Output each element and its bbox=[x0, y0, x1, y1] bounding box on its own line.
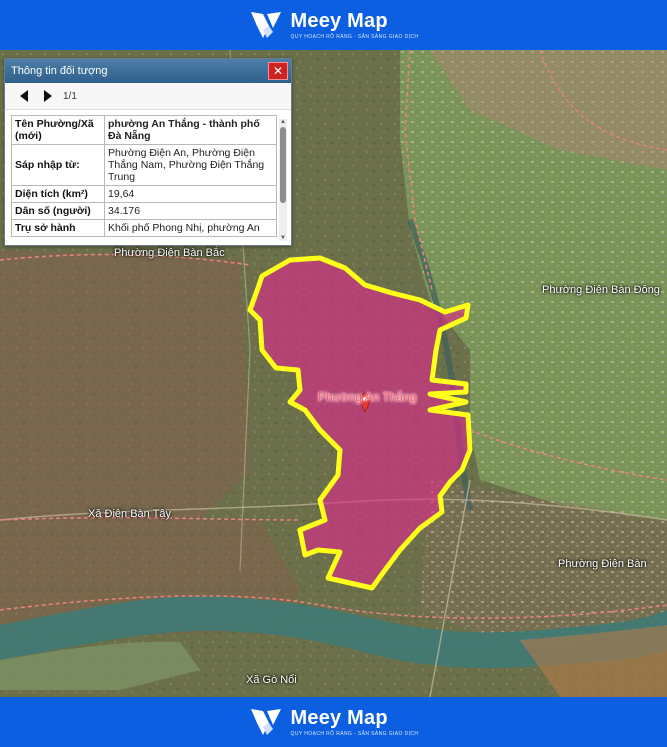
prev-button[interactable] bbox=[15, 87, 33, 105]
table-row: Trụ sở hành Khối phố Phong Nhị, phường A… bbox=[11, 219, 277, 237]
popup-pager: 1/1 bbox=[5, 83, 291, 110]
scroll-down-icon[interactable]: ▼ bbox=[279, 235, 287, 241]
label-dien-ban: Phường Điện Bàn bbox=[558, 558, 647, 570]
brand-name: Meey Map bbox=[290, 706, 388, 729]
row-value: 34.176 bbox=[104, 202, 277, 220]
table-row: Diện tích (km²) 19,64 bbox=[11, 185, 277, 203]
close-icon: ✕ bbox=[272, 64, 284, 78]
row-value: Khối phố Phong Nhị, phường An bbox=[104, 219, 277, 237]
table-row: Dân số (người) 34.176 bbox=[11, 202, 277, 220]
close-button[interactable]: ✕ bbox=[268, 62, 288, 80]
label-go-noi: Xã Gò Nổi bbox=[246, 674, 297, 686]
brand-logo: Meey Map QUY HOẠCH RÕ RÀNG - SẴN SÀNG GI… bbox=[249, 10, 419, 40]
row-key: Sáp nhập từ: bbox=[11, 144, 105, 186]
triangle-left-icon bbox=[20, 90, 28, 102]
info-popup: Thông tin đối tượng ✕ 1/1 Tên Phường/Xã … bbox=[4, 58, 292, 246]
popup-scrollbar[interactable]: ▲ ▼ bbox=[279, 119, 287, 241]
row-key: Tên Phường/Xã (mới) bbox=[11, 115, 105, 145]
scroll-up-icon[interactable]: ▲ bbox=[279, 119, 287, 125]
triangle-right-icon bbox=[44, 90, 52, 102]
info-table: Tên Phường/Xã (mới) phường An Thắng - th… bbox=[11, 115, 277, 237]
popup-header: Thông tin đối tượng ✕ bbox=[5, 59, 291, 83]
top-banner: Meey Map QUY HOẠCH RÕ RÀNG - SẴN SÀNG GI… bbox=[0, 0, 667, 50]
brand-tagline: QUY HOẠCH RÕ RÀNG - SẴN SÀNG GIAO DỊCH bbox=[290, 33, 419, 40]
row-value: phường An Thắng - thành phố Đà Nẵng bbox=[104, 115, 277, 145]
brand-logo: Meey Map QUY HOẠCH RÕ RÀNG - SẴN SÀNG GI… bbox=[249, 707, 419, 737]
bottom-banner: Meey Map QUY HOẠCH RÕ RÀNG - SẴN SÀNG GI… bbox=[0, 697, 667, 747]
table-row: Sáp nhập từ: Phường Điện An, Phường Điện… bbox=[11, 144, 277, 186]
label-an-thang: Phường An Thắng bbox=[318, 390, 417, 404]
table-row: Tên Phường/Xã (mới) phường An Thắng - th… bbox=[11, 115, 277, 145]
row-key: Dân số (người) bbox=[11, 202, 105, 220]
popup-body[interactable]: Tên Phường/Xã (mới) phường An Thắng - th… bbox=[11, 115, 277, 243]
pager-text: 1/1 bbox=[63, 90, 77, 102]
popup-title: Thông tin đối tượng bbox=[11, 65, 108, 77]
row-key: Diện tích (km²) bbox=[11, 185, 105, 203]
row-value: Phường Điện An, Phường Điện Thắng Nam, P… bbox=[104, 144, 277, 186]
meey-logo-icon bbox=[250, 709, 281, 735]
brand-name: Meey Map bbox=[290, 9, 388, 32]
row-key: Trụ sở hành bbox=[11, 219, 105, 237]
meey-logo-icon bbox=[250, 12, 281, 38]
label-dien-ban-bac: Phường Điện Bàn Bắc bbox=[114, 247, 225, 259]
row-value: 19,64 bbox=[104, 185, 277, 203]
label-dien-ban-dong: Phường Điện Bàn Đông bbox=[542, 284, 660, 296]
label-dien-ban-tay: Xã Điện Bàn Tây bbox=[88, 508, 171, 520]
next-button[interactable] bbox=[39, 87, 57, 105]
scroll-thumb[interactable] bbox=[280, 127, 286, 203]
brand-tagline: QUY HOẠCH RÕ RÀNG - SẴN SÀNG GIAO DỊCH bbox=[290, 730, 419, 737]
